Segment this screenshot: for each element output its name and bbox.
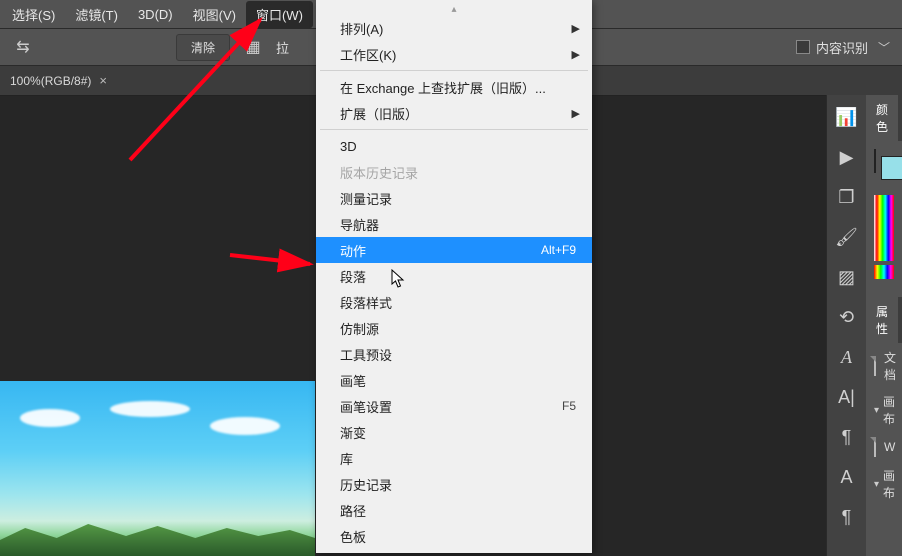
menu-item-1[interactable]: 工作区(K) ▶ bbox=[316, 41, 592, 67]
width-row: W bbox=[866, 431, 902, 463]
glyph-a-icon[interactable]: A bbox=[835, 465, 859, 489]
menu-item-label: 扩展（旧版） bbox=[340, 104, 418, 123]
hue-strip[interactable] bbox=[874, 265, 894, 279]
menu-item-15[interactable]: 画笔 bbox=[316, 367, 592, 393]
menu-item-label: 段落 bbox=[340, 267, 366, 286]
canvas-section-header[interactable]: 画布 bbox=[866, 389, 902, 431]
menu-item-label: 动作 bbox=[340, 241, 366, 260]
swap-icon[interactable]: ⇆ bbox=[10, 34, 36, 60]
menu-item-label: 导航器 bbox=[340, 215, 379, 234]
menu-item-9[interactable]: 导航器 bbox=[316, 211, 592, 237]
menu-item-label: 渐变 bbox=[340, 423, 366, 442]
menu-item-label: 画笔设置 bbox=[340, 397, 392, 416]
paragraph-icon[interactable]: ¶ bbox=[835, 425, 859, 449]
tab-adjustments[interactable]: 调整 bbox=[898, 297, 902, 343]
color-panel-tabs: 颜色 色板 bbox=[866, 95, 902, 141]
menu-item-11[interactable]: 段落 bbox=[316, 263, 592, 289]
menu-item-10[interactable]: 动作 Alt+F9 bbox=[316, 237, 592, 263]
page-icon bbox=[874, 437, 876, 457]
grid-icon[interactable]: ▦ bbox=[240, 34, 266, 60]
collapsed-panel-icons: 📊 ▶ ❐ 🖌 ▨ ⟲ A A| ¶ A ¶ bbox=[826, 95, 866, 556]
submenu-arrow-icon: ▶ bbox=[572, 22, 580, 35]
content-aware-checkbox[interactable]: 内容识别 bbox=[796, 38, 868, 57]
menu-filter[interactable]: 滤镜(T) bbox=[65, 1, 128, 28]
menu-item-8[interactable]: 测量记录 bbox=[316, 185, 592, 211]
menu-item-shortcut: Alt+F9 bbox=[541, 243, 576, 257]
menu-item-label: 路径 bbox=[340, 501, 366, 520]
menu-item-label: 工作区(K) bbox=[340, 45, 396, 64]
menu-item-0[interactable]: 排列(A) ▶ bbox=[316, 15, 592, 41]
paragraph2-icon[interactable]: ¶ bbox=[835, 505, 859, 529]
color-picker-field[interactable] bbox=[874, 195, 894, 261]
submenu-arrow-icon: ▶ bbox=[572, 107, 580, 120]
menu-item-3[interactable]: 在 Exchange 上查找扩展（旧版）... bbox=[316, 74, 592, 100]
menu-item-label: 历史记录 bbox=[340, 475, 392, 494]
document-icon bbox=[874, 356, 876, 376]
menu-item-6[interactable]: 3D bbox=[316, 133, 592, 159]
canvas-image bbox=[0, 381, 315, 556]
panel-column: 颜色 色板 R G 属性 调整 文档 画布 W bbox=[866, 95, 902, 556]
menu-window[interactable]: 窗口(W) bbox=[246, 1, 313, 28]
menu-item-label: 测量记录 bbox=[340, 189, 392, 208]
menu-item-4[interactable]: 扩展（旧版） ▶ bbox=[316, 100, 592, 126]
menu-item-label: 画笔 bbox=[340, 371, 366, 390]
menu-item-13[interactable]: 仿制源 bbox=[316, 315, 592, 341]
menu-item-19[interactable]: 历史记录 bbox=[316, 471, 592, 497]
content-aware-label: 内容识别 bbox=[816, 38, 868, 57]
menu-item-label: 段落样式 bbox=[340, 293, 392, 312]
menu-item-14[interactable]: 工具预设 bbox=[316, 341, 592, 367]
play-icon[interactable]: ▶ bbox=[835, 145, 859, 169]
options-flyout-icon[interactable]: ﹀ bbox=[878, 39, 892, 56]
history-icon[interactable]: ⟲ bbox=[835, 305, 859, 329]
menu-item-12[interactable]: 段落样式 bbox=[316, 289, 592, 315]
menu-item-20[interactable]: 路径 bbox=[316, 497, 592, 523]
document-tab-title: 100%(RGB/8#) bbox=[10, 74, 91, 88]
color-panel-body: R G bbox=[866, 141, 902, 297]
menu-item-7: 版本历史记录 bbox=[316, 159, 592, 185]
menu-item-label: 库 bbox=[340, 449, 353, 468]
menu-item-17[interactable]: 渐变 bbox=[316, 419, 592, 445]
menu-separator bbox=[320, 129, 588, 130]
menu-select[interactable]: 选择(S) bbox=[2, 1, 65, 28]
menu-item-16[interactable]: 画笔设置 F5 bbox=[316, 393, 592, 419]
document-tab[interactable]: 100%(RGB/8#) × bbox=[0, 73, 117, 88]
menu-item-label: 仿制源 bbox=[340, 319, 379, 338]
properties-panel-tabs: 属性 调整 bbox=[866, 297, 902, 343]
menu-item-18[interactable]: 库 bbox=[316, 445, 592, 471]
tab-color[interactable]: 颜色 bbox=[866, 95, 898, 141]
window-menu-dropdown: ▴ 排列(A) ▶ 工作区(K) ▶ 在 Exchange 上查找扩展（旧版）... 扩展… bbox=[316, 0, 592, 553]
histogram-icon[interactable]: 📊 bbox=[835, 105, 859, 129]
menu-item-label: 版本历史记录 bbox=[340, 163, 418, 182]
menu-item-label: 在 Exchange 上查找扩展（旧版）... bbox=[340, 78, 546, 97]
w-label: W bbox=[884, 440, 895, 454]
menu-item-label: 工具预设 bbox=[340, 345, 392, 364]
tab-swatches[interactable]: 色板 bbox=[898, 95, 902, 141]
menu-item-label: 3D bbox=[340, 139, 357, 154]
pull-label: 拉 bbox=[276, 38, 289, 57]
menu-grip-icon: ▴ bbox=[316, 4, 592, 15]
close-icon[interactable]: × bbox=[99, 73, 107, 88]
foreground-background-swatch[interactable] bbox=[874, 149, 876, 173]
menu-item-label: 排列(A) bbox=[340, 19, 383, 38]
swatches-stack-icon[interactable]: ❐ bbox=[835, 185, 859, 209]
menu-3d[interactable]: 3D(D) bbox=[128, 3, 183, 26]
clear-button[interactable]: 清除 bbox=[176, 34, 230, 61]
menu-item-shortcut: F5 bbox=[562, 399, 576, 413]
menu-item-label: 色板 bbox=[340, 527, 366, 546]
document-label: 文档 bbox=[884, 349, 896, 383]
menu-item-21[interactable]: 色板 bbox=[316, 523, 592, 549]
right-rail: 📊 ▶ ❐ 🖌 ▨ ⟲ A A| ¶ A ¶ 颜色 色板 R G bbox=[826, 95, 902, 556]
canvas-section-header-2[interactable]: 画布 H bbox=[866, 463, 902, 505]
type-icon[interactable]: A bbox=[835, 345, 859, 369]
checkbox-icon bbox=[796, 40, 810, 54]
properties-document-row: 文档 bbox=[866, 343, 902, 389]
brush-icon[interactable]: 🖌 bbox=[835, 225, 859, 249]
tab-properties[interactable]: 属性 bbox=[866, 297, 898, 343]
submenu-arrow-icon: ▶ bbox=[572, 48, 580, 61]
menu-view[interactable]: 视图(V) bbox=[183, 1, 246, 28]
align-left-icon[interactable]: A| bbox=[835, 385, 859, 409]
menu-separator bbox=[320, 70, 588, 71]
pattern-icon[interactable]: ▨ bbox=[835, 265, 859, 289]
